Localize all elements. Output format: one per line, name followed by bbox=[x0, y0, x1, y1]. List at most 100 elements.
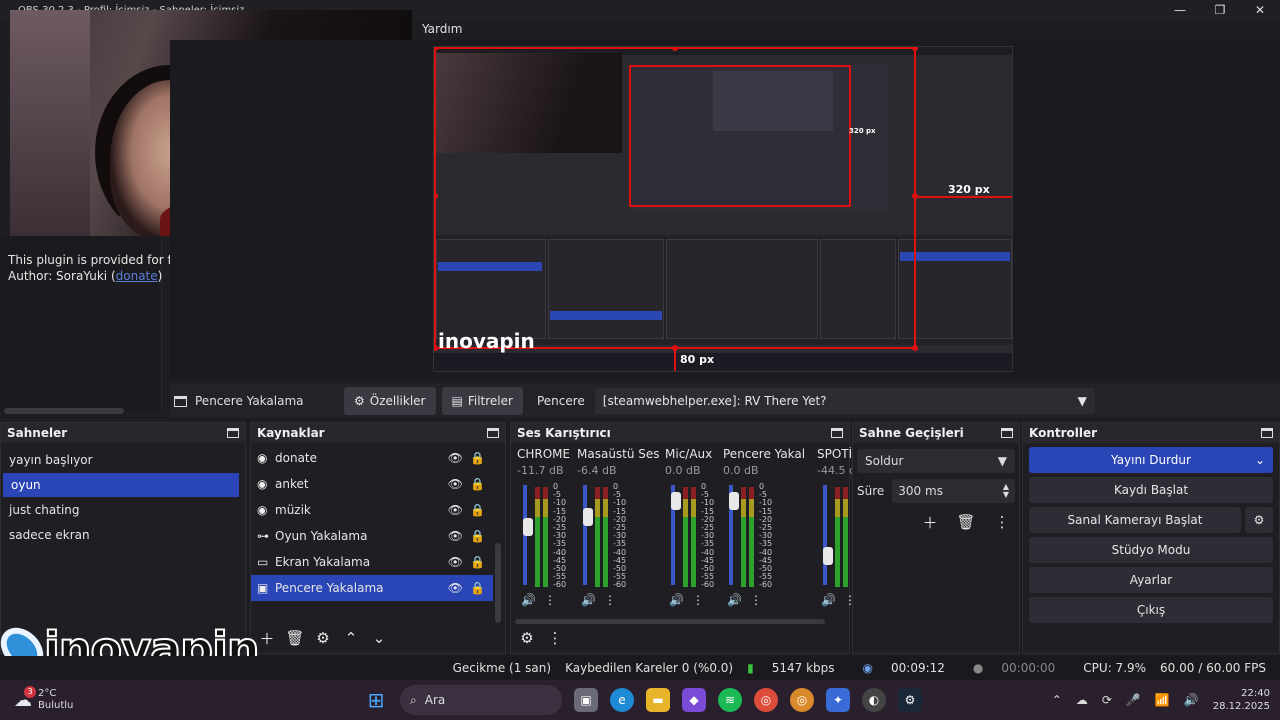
start-record-button[interactable]: Kaydı Başlat bbox=[1029, 477, 1273, 503]
exit-button[interactable]: Çıkış bbox=[1029, 597, 1273, 623]
speaker-icon[interactable]: 🔊 bbox=[581, 593, 596, 607]
chrome-profile-icon[interactable]: ◎ bbox=[790, 688, 814, 712]
volume-fader[interactable] bbox=[583, 485, 593, 585]
sync-icon[interactable]: ⟳ bbox=[1102, 693, 1112, 707]
undock-icon[interactable] bbox=[1261, 428, 1273, 438]
source-item[interactable]: ◉ anket 👁 🔒 bbox=[251, 471, 493, 497]
steam-icon[interactable]: ⚙ bbox=[898, 688, 922, 712]
eye-icon[interactable]: 👁 bbox=[448, 451, 463, 465]
more-menu-icon[interactable]: ⋮ bbox=[544, 593, 556, 607]
source-item[interactable]: ◉ müzik 👁 🔒 bbox=[251, 497, 493, 523]
volume-fader[interactable] bbox=[523, 485, 533, 585]
source-item[interactable]: ▭ Ekran Yakalama 👁 🔒 bbox=[251, 549, 493, 575]
eye-icon[interactable]: 👁 bbox=[448, 581, 463, 595]
move-up-button[interactable]: ⌃ bbox=[339, 627, 363, 649]
virtual-cam-button[interactable]: Sanal Kamerayı Başlat bbox=[1029, 507, 1241, 533]
eye-icon[interactable]: 👁 bbox=[448, 477, 463, 491]
scene-item[interactable]: sadece ekran bbox=[1, 523, 245, 547]
source-item-selected[interactable]: ▣ Pencere Yakalama 👁 🔒 bbox=[251, 575, 493, 601]
filters-button[interactable]: ▤ Filtreler bbox=[441, 387, 523, 415]
chrome-icon[interactable]: ◎ bbox=[754, 688, 778, 712]
spin-arrows-icon[interactable]: ▲ ▼ bbox=[1003, 483, 1009, 499]
chevron-down-icon[interactable]: ⌄ bbox=[1255, 453, 1265, 467]
speaker-icon[interactable]: 🔊 bbox=[669, 593, 684, 607]
undock-icon[interactable] bbox=[831, 428, 843, 438]
fader-knob[interactable] bbox=[671, 491, 681, 510]
lock-icon[interactable]: 🔒 bbox=[470, 451, 485, 465]
fader-knob[interactable] bbox=[583, 507, 593, 526]
spotify-icon[interactable]: ≋ bbox=[718, 688, 742, 712]
minimize-button[interactable]: — bbox=[1160, 0, 1200, 20]
windows-start-icon[interactable]: ⊞ bbox=[364, 688, 388, 712]
add-source-button[interactable]: ＋ bbox=[255, 627, 279, 649]
window-select[interactable]: [steamwebhelper.exe]: RV There Yet? ▼ bbox=[594, 388, 1095, 414]
move-down-button[interactable]: ⌄ bbox=[367, 627, 391, 649]
undock-icon[interactable] bbox=[227, 428, 239, 438]
weather-widget[interactable]: ☁ 3 2°C Bulutlu bbox=[14, 685, 334, 712]
file-explorer-icon[interactable]: ▬ bbox=[646, 688, 670, 712]
edge-icon[interactable]: e bbox=[610, 688, 634, 712]
mixer-scrollbar[interactable] bbox=[515, 619, 825, 624]
scene-item[interactable]: just chating bbox=[1, 498, 245, 522]
volume-fader[interactable] bbox=[823, 485, 833, 585]
task-view-icon[interactable]: ▣ bbox=[574, 688, 598, 712]
hub-app-icon[interactable]: ◆ bbox=[682, 688, 706, 712]
scene-item[interactable]: yayın başlıyor bbox=[1, 448, 245, 472]
volume-fader[interactable] bbox=[671, 485, 681, 585]
lock-icon[interactable]: 🔒 bbox=[470, 581, 485, 595]
volume-fader[interactable] bbox=[729, 485, 739, 585]
undock-icon[interactable] bbox=[1001, 428, 1013, 438]
virtual-cam-settings-button[interactable]: ⚙ bbox=[1245, 507, 1273, 533]
more-menu-icon[interactable]: ⋮ bbox=[990, 511, 1014, 533]
lock-icon[interactable]: 🔒 bbox=[470, 529, 485, 543]
speaker-icon[interactable]: 🔊 bbox=[521, 593, 536, 607]
gear-icon[interactable]: ⚙ bbox=[311, 627, 335, 649]
donate-link[interactable]: donate bbox=[116, 269, 158, 283]
stop-stream-button[interactable]: Yayını Durdur ⌄ bbox=[1029, 447, 1273, 473]
trash-icon[interactable]: 🗑 bbox=[283, 627, 307, 649]
advanced-audio-button[interactable]: ⚙ bbox=[515, 627, 539, 649]
menu-help[interactable]: Yardım bbox=[422, 22, 462, 36]
app-icon[interactable]: ✦ bbox=[826, 688, 850, 712]
properties-button[interactable]: ⚙ Özellikler bbox=[344, 387, 436, 415]
speaker-icon[interactable]: 🔊 bbox=[727, 593, 742, 607]
onedrive-icon[interactable]: ☁ bbox=[1076, 693, 1088, 707]
clock[interactable]: 22:40 28.12.2025 bbox=[1213, 687, 1270, 713]
fader-knob[interactable] bbox=[523, 517, 533, 536]
eye-icon[interactable]: 👁 bbox=[448, 529, 463, 543]
lock-icon[interactable]: 🔒 bbox=[470, 503, 485, 517]
add-transition-button[interactable]: ＋ bbox=[918, 511, 942, 533]
scene-item-selected[interactable]: oyun bbox=[3, 473, 239, 497]
speaker-icon[interactable]: 🔊 bbox=[821, 593, 836, 607]
duration-spinbox[interactable]: 300 ms ▲ ▼ bbox=[892, 479, 1015, 503]
settings-button[interactable]: Ayarlar bbox=[1029, 567, 1273, 593]
fader-knob[interactable] bbox=[823, 546, 833, 565]
taskbar-search[interactable]: ⌕ Ara bbox=[400, 685, 562, 715]
mic-icon[interactable]: 🎤 bbox=[1126, 693, 1141, 707]
transition-select[interactable]: Soldur ▼ bbox=[857, 449, 1015, 473]
chevron-up-icon[interactable]: ⌃ bbox=[1052, 693, 1062, 707]
studio-mode-button[interactable]: Stüdyo Modu bbox=[1029, 537, 1273, 563]
horizontal-scrollbar[interactable] bbox=[4, 408, 124, 414]
more-menu-icon[interactable]: ⋮ bbox=[604, 593, 616, 607]
lock-icon[interactable]: 🔒 bbox=[470, 477, 485, 491]
source-item[interactable]: ◉ donate 👁 🔒 bbox=[251, 445, 493, 471]
maximize-button[interactable]: ❐ bbox=[1200, 0, 1240, 20]
source-item[interactable]: ⊶ Oyun Yakalama 👁 🔒 bbox=[251, 523, 493, 549]
close-button[interactable]: ✕ bbox=[1240, 0, 1280, 20]
fader-knob[interactable] bbox=[729, 491, 739, 510]
volume-icon[interactable]: 🔊 bbox=[1184, 693, 1199, 707]
undock-icon[interactable] bbox=[487, 428, 499, 438]
preview-brand-logo: inovapin bbox=[438, 329, 535, 353]
more-menu-icon[interactable]: ⋮ bbox=[543, 627, 567, 649]
more-menu-icon[interactable]: ⋮ bbox=[692, 593, 704, 607]
more-menu-icon[interactable]: ⋮ bbox=[750, 593, 762, 607]
eye-icon[interactable]: 👁 bbox=[448, 503, 463, 517]
lock-icon[interactable]: 🔒 bbox=[470, 555, 485, 569]
wifi-icon[interactable]: 📶 bbox=[1155, 693, 1170, 707]
obs-icon[interactable]: ◐ bbox=[862, 688, 886, 712]
program-preview[interactable]: 320 px 80 px 320 px inovapin bbox=[433, 46, 1013, 372]
eye-icon[interactable]: 👁 bbox=[448, 555, 463, 569]
trash-icon[interactable]: 🗑 bbox=[954, 511, 978, 533]
sources-scrollbar[interactable] bbox=[495, 543, 501, 623]
